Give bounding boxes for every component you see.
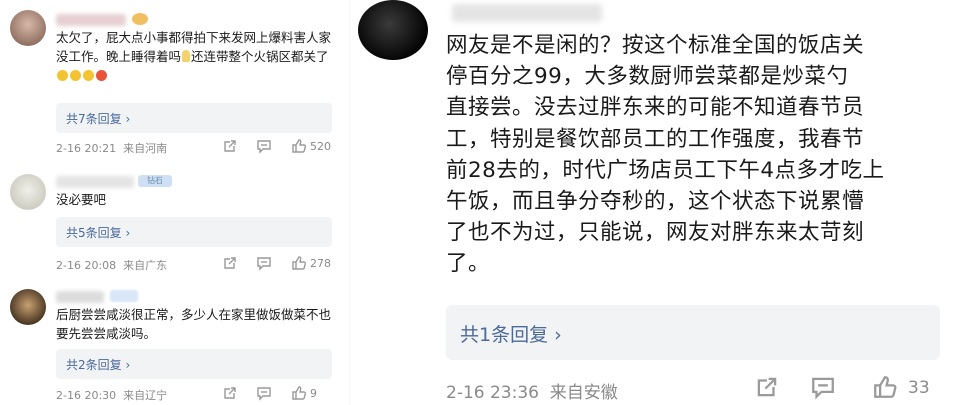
comment-text: 网友是不是闲的？按这个标准全国的饭店关 停百分之99，大多数厨师尝菜都是炒菜勺 … — [446, 33, 885, 277]
comment-meta: 2-16 23:36 来自安徽 33 — [446, 374, 946, 403]
avatar[interactable] — [10, 289, 46, 325]
reply-count-button[interactable]: 共7条回复 › — [56, 103, 332, 133]
comment-item: 后厨尝尝咸淡很正常，多少人在家里做饭做菜不也要先尝尝咸淡吗。 共2条回复 › 2… — [0, 277, 340, 405]
comment-time: 2-16 20:30 来自辽宁 — [56, 389, 168, 402]
badge: 钻石 — [138, 175, 172, 187]
reply-count-button[interactable]: 共1条回复 › — [446, 305, 940, 360]
emoji-icon — [57, 70, 68, 81]
reply-count-button[interactable]: 共2条回复 › — [56, 349, 332, 379]
share-icon[interactable] — [222, 138, 238, 154]
username-blurred[interactable] — [56, 291, 104, 303]
comment-time: 2-16 23:36 来自安徽 — [446, 383, 618, 403]
comment-time: 2-16 20:08 来自广东 — [56, 259, 168, 272]
comment-icon[interactable] — [256, 255, 272, 271]
avatar[interactable] — [358, 0, 428, 60]
comment-item: 太欠了，屁大点小事都得拍下来发网上爆料害人家没工作。晚上睡得着吗 还连带整个火锅区… — [0, 0, 340, 160]
like-count: 33 — [908, 378, 930, 398]
avatar[interactable] — [10, 174, 46, 210]
username-blurred[interactable] — [452, 4, 602, 22]
emoji-icon — [96, 70, 107, 81]
like-icon[interactable] — [291, 385, 307, 401]
like-count: 9 — [310, 387, 317, 400]
username-blurred[interactable] — [56, 14, 126, 26]
comment-text: 没必要吧 — [56, 192, 107, 207]
bulb-emoji-icon — [182, 50, 191, 62]
vip-badge-icon — [132, 13, 148, 25]
comment-meta: 2-16 20:08 来自广东 278 — [56, 255, 332, 273]
comment-text: 太欠了，屁大点小事都得拍下来发网上爆料害人家没工作。晚上睡得着吗 还连带整个火锅区… — [56, 28, 332, 85]
like-icon[interactable] — [291, 255, 307, 271]
comment-meta: 2-16 20:21 来自河南 520 — [56, 138, 332, 156]
comment-icon[interactable] — [810, 374, 836, 400]
avatar[interactable] — [10, 10, 46, 46]
like-count: 278 — [310, 257, 331, 270]
comment-text: 后厨尝尝咸淡很正常，多少人在家里做饭做菜不也要先尝尝咸淡吗。 — [56, 307, 332, 341]
emoji-icon — [83, 70, 94, 81]
badge — [110, 290, 138, 302]
reply-count-button[interactable]: 共5条回复 › — [56, 217, 332, 247]
share-icon[interactable] — [222, 255, 238, 271]
comment-meta: 2-16 20:30 来自辽宁 9 — [56, 385, 332, 403]
like-icon[interactable] — [291, 138, 307, 154]
share-icon[interactable] — [754, 374, 780, 400]
featured-comment: 网友是不是闲的？按这个标准全国的饭店关 停百分之99，大多数厨师尝菜都是炒菜勺 … — [356, 0, 960, 405]
comment-item: 钻石 没必要吧 共5条回复 › 2-16 20:08 来自广东 278 — [0, 162, 340, 277]
emoji-icon — [70, 70, 81, 81]
left-comment-list: 太欠了，屁大点小事都得拍下来发网上爆料害人家没工作。晚上睡得着吗 还连带整个火锅区… — [0, 0, 340, 405]
share-icon[interactable] — [222, 385, 238, 401]
column-divider — [349, 0, 351, 405]
like-count: 520 — [310, 140, 331, 153]
comment-icon[interactable] — [256, 138, 272, 154]
username-blurred[interactable] — [56, 176, 134, 188]
comment-icon[interactable] — [256, 385, 272, 401]
like-icon[interactable] — [872, 374, 898, 400]
comment-time: 2-16 20:21 来自河南 — [56, 142, 168, 155]
